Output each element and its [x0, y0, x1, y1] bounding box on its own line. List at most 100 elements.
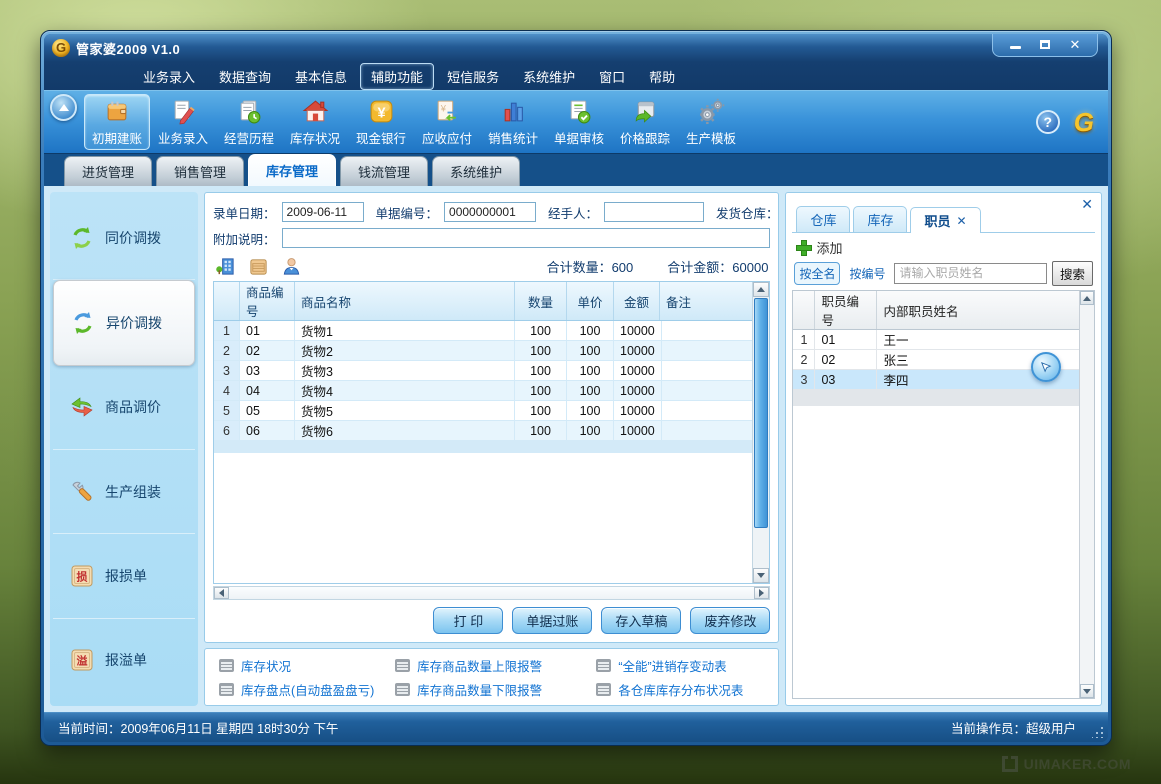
collapse-toolbar-button[interactable] — [50, 94, 77, 121]
toolbar-sales-statistics[interactable]: 销售统计 — [480, 94, 546, 150]
scrollbar-track[interactable] — [229, 587, 754, 599]
filter-by-code[interactable]: 按编号 — [845, 263, 889, 284]
sidebar-label: 报溢单 — [105, 650, 147, 670]
tab-close-icon[interactable]: ✕ — [957, 214, 967, 228]
note-input[interactable] — [282, 228, 771, 248]
scroll-right-button[interactable] — [754, 587, 769, 599]
staff-table-vscrollbar[interactable] — [1079, 291, 1094, 698]
empty-row[interactable] — [214, 452, 752, 453]
empty-row[interactable] — [793, 405, 1079, 406]
link-lower-limit-alert[interactable]: 库存商品数量下限报警 — [395, 680, 588, 699]
title-bar: G 管家婆2009 V1.0 ✕ — [44, 34, 1108, 62]
picker-tab-inventory[interactable]: 库存 — [853, 206, 907, 232]
scrollbar-thumb[interactable] — [754, 298, 768, 528]
staff-picker-icon[interactable] — [281, 256, 302, 277]
tab-cashflow-management[interactable]: 钱流管理 — [340, 156, 428, 186]
col-price[interactable]: 单价 — [567, 282, 614, 320]
menu-item-data-query[interactable]: 数据查询 — [208, 63, 282, 90]
link-upper-limit-alert[interactable]: 库存商品数量上限报警 — [395, 656, 588, 675]
menu-item-basic-info[interactable]: 基本信息 — [284, 63, 358, 90]
menu-item-aux-functions[interactable]: 辅助功能 — [360, 63, 434, 90]
search-button[interactable]: 搜索 — [1052, 261, 1093, 286]
toolbar-price-tracking[interactable]: 价格跟踪 — [612, 94, 678, 150]
sidebar-item-diff-price-transfer[interactable]: 异价调拨 — [53, 280, 195, 365]
close-button[interactable]: ✕ — [1061, 37, 1089, 52]
tab-sales-management[interactable]: 销售管理 — [156, 156, 244, 186]
tab-system-maintenance[interactable]: 系统维护 — [432, 156, 520, 186]
scroll-up-button[interactable] — [753, 282, 769, 297]
goods-row[interactable]: 505货物510010010000 — [214, 401, 752, 421]
maximize-button[interactable] — [1031, 37, 1059, 52]
link-warehouse-distribution[interactable]: 各仓库库存分布状况表 — [596, 680, 764, 699]
col-note[interactable]: 备注 — [660, 282, 752, 320]
staff-row[interactable]: 101王一 — [793, 330, 1079, 350]
discard-changes-button[interactable]: 废弃修改 — [690, 607, 770, 634]
total-qty: 合计数量：600 — [547, 257, 634, 276]
goods-row[interactable]: 606货物610010010000 — [214, 421, 752, 441]
goods-row[interactable]: 202货物210010010000 — [214, 341, 752, 361]
goods-table-hscrollbar[interactable] — [213, 586, 770, 600]
col-rownum — [214, 282, 240, 320]
toolbar-production-template[interactable]: 生产模板 — [678, 94, 744, 150]
goods-row[interactable]: 303货物310010010000 — [214, 361, 752, 381]
scroll-down-button[interactable] — [1080, 684, 1094, 698]
damage-box-icon: 损 — [69, 563, 95, 589]
goods-row[interactable]: 404货物410010010000 — [214, 381, 752, 401]
sidebar-item-production-assembly[interactable]: 生产组装 — [53, 450, 195, 534]
col-code[interactable]: 商品编号 — [240, 282, 295, 320]
post-voucher-button[interactable]: 单据过账 — [512, 607, 592, 634]
toolbar-initial-setup[interactable]: 初期建账 — [84, 94, 150, 150]
picker-tab-staff[interactable]: 职员 ✕ — [910, 207, 980, 233]
minimize-icon — [1010, 46, 1021, 49]
tab-purchase-management[interactable]: 进货管理 — [64, 156, 152, 186]
voucher-no-input[interactable] — [444, 202, 536, 222]
chevron-up-icon — [59, 104, 69, 111]
menu-item-window[interactable]: 窗口 — [588, 63, 636, 90]
scroll-left-button[interactable] — [214, 587, 229, 599]
tab-inventory-management[interactable]: 库存管理 — [248, 154, 336, 186]
toolbar-inventory-status[interactable]: 库存状况 — [282, 94, 348, 150]
scroll-down-button[interactable] — [753, 568, 769, 583]
col-qty[interactable]: 数量 — [515, 282, 567, 320]
picker-tab-warehouse[interactable]: 仓库 — [796, 206, 850, 232]
toolbar-receivable-payable[interactable]: ¥ 应收应付 — [414, 94, 480, 150]
sidebar-item-damage-report[interactable]: 损 报损单 — [53, 534, 195, 618]
sidebar-item-overflow-report[interactable]: 溢 报溢单 — [53, 619, 195, 702]
menu-item-help[interactable]: 帮助 — [638, 63, 686, 90]
goods-row[interactable]: 101货物110010010000 — [214, 321, 752, 341]
goods-table-header: 商品编号 商品名称 数量 单价 金额 备注 — [214, 282, 752, 321]
link-stocktaking[interactable]: 库存盘点(自动盘盈盘亏) — [219, 680, 387, 699]
resize-grip[interactable] — [1092, 726, 1104, 738]
link-inventory-status[interactable]: 库存状况 — [219, 656, 387, 675]
save-draft-button[interactable]: 存入草稿 — [601, 607, 681, 634]
add-label[interactable]: 添加 — [816, 238, 842, 257]
filter-by-fullname[interactable]: 按全名 — [794, 262, 840, 285]
help-button[interactable]: ? — [1036, 110, 1060, 134]
col-amount[interactable]: 金额 — [614, 282, 660, 320]
sidebar-item-same-price-transfer[interactable]: 同价调拨 — [53, 196, 195, 280]
scroll-up-button[interactable] — [1080, 291, 1094, 305]
toolbar-voucher-audit[interactable]: 单据审核 — [546, 94, 612, 150]
date-input[interactable] — [282, 202, 364, 222]
toolbar-business-entry[interactable]: 业务录入 — [150, 94, 216, 150]
warehouse-picker-icon[interactable] — [215, 256, 236, 277]
handler-input[interactable] — [604, 202, 704, 222]
col-name[interactable]: 商品名称 — [295, 282, 515, 320]
goods-picker-icon[interactable] — [248, 256, 269, 277]
print-button[interactable]: 打 印 — [433, 607, 503, 634]
toolbar-business-history[interactable]: 经营历程 — [216, 94, 282, 150]
menu-item-business-entry[interactable]: 业务录入 — [132, 63, 206, 90]
report-icon — [395, 659, 410, 672]
col-staff-name[interactable]: 内部职员姓名 — [877, 291, 1079, 329]
minimize-button[interactable] — [1001, 37, 1029, 52]
staff-search-input[interactable] — [894, 263, 1047, 284]
add-plus-icon[interactable] — [796, 240, 810, 254]
menu-item-system-maintenance[interactable]: 系统维护 — [512, 63, 586, 90]
goods-table-vscrollbar[interactable] — [752, 282, 769, 583]
toolbar-cash-bank[interactable]: ¥ 现金银行 — [348, 94, 414, 150]
menu-item-sms-service[interactable]: 短信服务 — [436, 63, 510, 90]
col-staff-code[interactable]: 职员编号 — [815, 291, 877, 329]
link-allround-change-report[interactable]: “全能”进销存变动表 — [596, 656, 764, 675]
panel-close-icon[interactable]: ✕ — [1081, 196, 1093, 213]
sidebar-item-price-adjustment[interactable]: 商品调价 — [53, 366, 195, 450]
